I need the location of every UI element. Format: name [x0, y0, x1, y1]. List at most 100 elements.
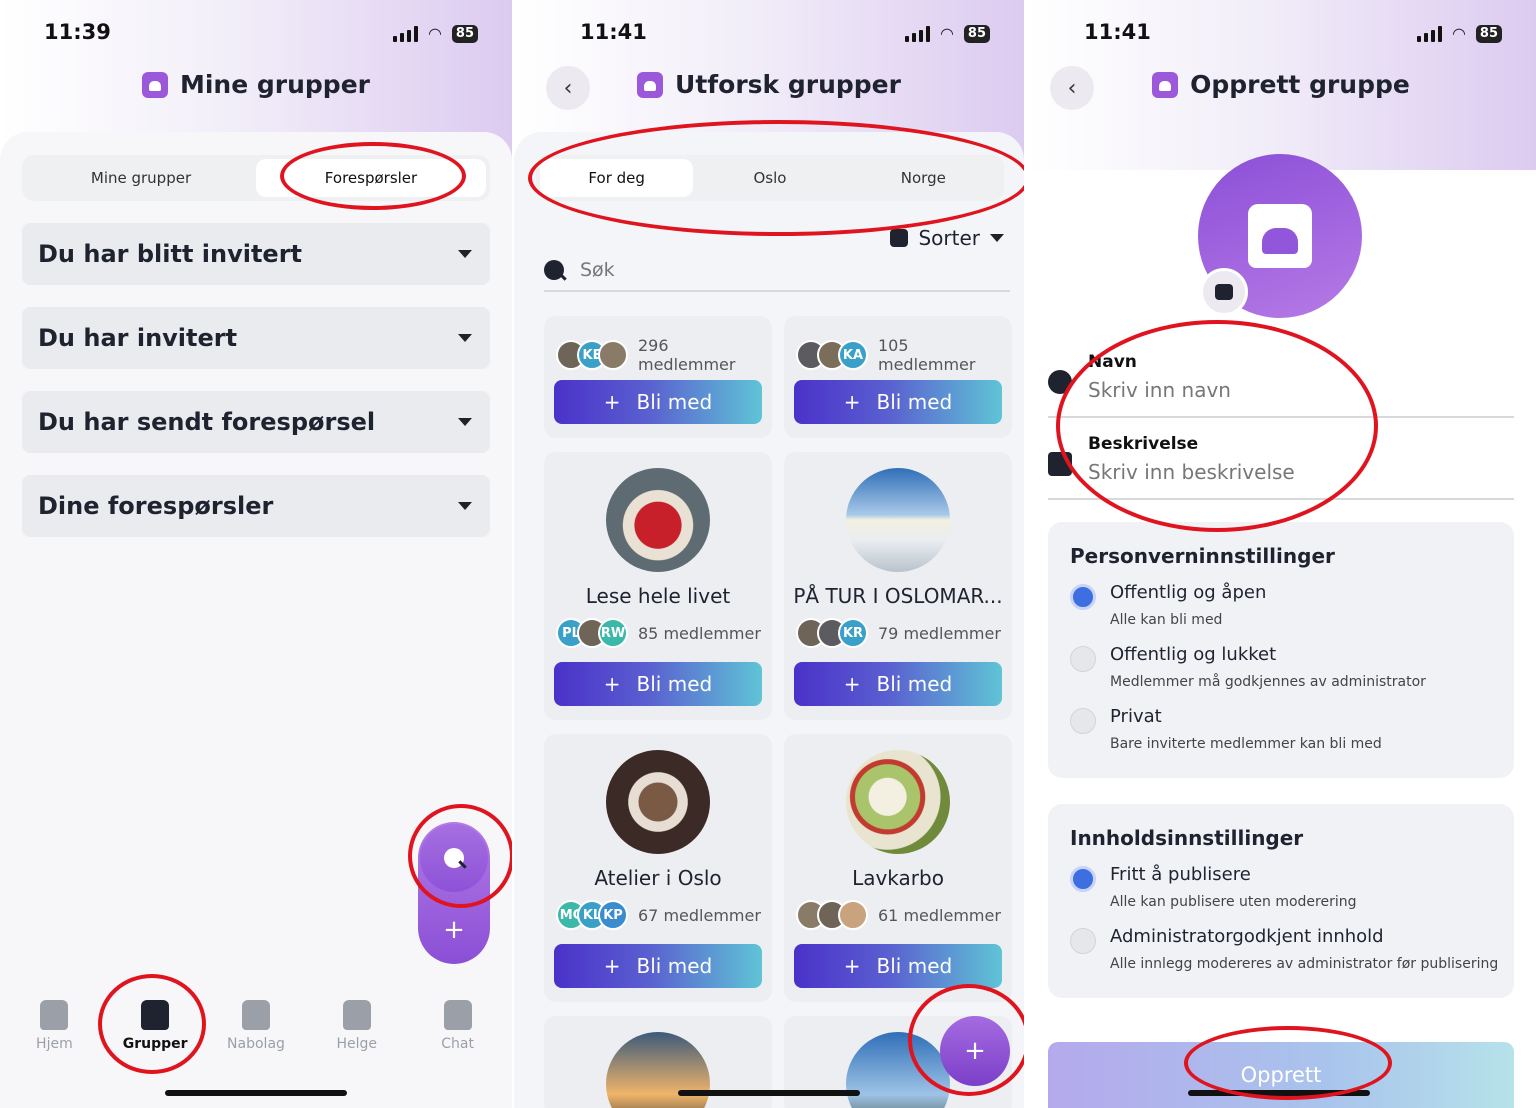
groups-icon [1152, 71, 1179, 98]
sort-button[interactable]: Sorter [890, 226, 1004, 250]
join-button[interactable]: + Bli med [794, 380, 1002, 424]
screen-my-groups: 11:39 ◠ 85 Mine grupper Mine grupper For… [0, 0, 512, 1108]
member-avatars: KA [796, 340, 868, 370]
create-button[interactable]: Opprett [1048, 1042, 1514, 1108]
group-name: Lavkarbo [852, 866, 944, 890]
group-name: Lese hele livet [585, 584, 731, 608]
group-image [606, 750, 710, 854]
search-icon [544, 260, 564, 280]
location-icon [241, 1000, 270, 1030]
member-avatars: KR [796, 618, 868, 648]
group-card[interactable]: KA 105 medlemmer + Bli med [784, 316, 1012, 438]
nav-chat[interactable]: Chat [413, 1000, 503, 1052]
radio-unselected[interactable] [1070, 646, 1096, 672]
battery-indicator: 85 [451, 24, 478, 43]
radio-unselected[interactable] [1070, 708, 1096, 734]
add-group-button[interactable]: + [940, 1016, 1010, 1086]
groups-icon [141, 1000, 170, 1030]
search-input[interactable]: Søk [544, 250, 1010, 292]
member-count: 79 medlemmer [878, 623, 1001, 643]
caret-down-icon [990, 234, 1004, 242]
member-count: 67 medlemmer [638, 905, 761, 925]
groups-icon [637, 71, 664, 98]
battery-indicator: 85 [1475, 24, 1502, 43]
groups-icon [141, 71, 168, 98]
page-title: Mine grupper [0, 70, 512, 99]
group-image [606, 1032, 710, 1108]
status-bar: 11:41 ◠ 85 [514, 20, 1024, 50]
nav-home[interactable]: Hjem [9, 1000, 99, 1052]
group-name: PÅ TUR I OSLOMAR... [793, 584, 1003, 608]
member-count: 61 medlemmer [878, 905, 1001, 925]
group-card[interactable]: KE 296 medlemmer + Bli med [544, 316, 772, 438]
tab-oslo[interactable]: Oslo [693, 159, 846, 197]
home-indicator [165, 1090, 347, 1096]
tab-for-you[interactable]: For deg [540, 159, 694, 197]
search-groups-button[interactable] [420, 824, 488, 892]
nav-neighborhood[interactable]: Nabolag [211, 1000, 301, 1052]
description-input[interactable]: Skriv inn beskrivelse [1088, 460, 1295, 484]
home-icon [40, 1000, 69, 1030]
status-bar: 11:39 ◠ 85 [0, 20, 512, 50]
description-field[interactable]: Beskrivelse Skriv inn beskrivelse [1048, 422, 1514, 500]
user-icon [342, 1000, 371, 1030]
name-input[interactable]: Skriv inn navn [1088, 378, 1231, 402]
radio-selected[interactable] [1070, 866, 1096, 892]
image-icon [1215, 284, 1233, 300]
nav-groups[interactable]: Grupper [110, 1000, 200, 1052]
member-count: 85 medlemmer [638, 623, 761, 643]
change-image-button[interactable] [1200, 268, 1248, 316]
wifi-icon: ◠ [939, 24, 954, 43]
group-image [606, 468, 710, 572]
battery-indicator: 85 [963, 24, 990, 43]
caret-down-icon [458, 334, 472, 342]
tab-my-groups[interactable]: Mine grupper [26, 159, 256, 197]
join-button[interactable]: + Bli med [554, 944, 762, 988]
bottom-nav: Hjem Grupper Nabolag Helge Chat [0, 1000, 512, 1052]
home-indicator [1188, 1090, 1370, 1096]
section-invited-you[interactable]: Du har blitt invitert [22, 223, 490, 285]
edit-icon [1048, 452, 1072, 476]
section-you-invited[interactable]: Du har invitert [22, 307, 490, 369]
group-card[interactable]: Atelier i Oslo MC KL KP 67 medlemmer + Bli m… [544, 734, 772, 1002]
caret-down-icon [458, 502, 472, 510]
join-button[interactable]: + Bli med [554, 380, 762, 424]
join-button[interactable]: + Bli med [794, 662, 1002, 706]
screen-create-group: 11:41 ◠ 85 ‹ Opprett gruppe Navn Skriv i… [1026, 0, 1536, 1108]
group-card[interactable]: Lese hele livet PL RW 85 medlemmer + Bli me… [544, 452, 772, 720]
member-avatars [796, 900, 868, 930]
smiley-icon [1048, 370, 1072, 394]
group-card[interactable]: PÅ TUR I OSLOMAR... KR 79 medlemmer + Bli … [784, 452, 1012, 720]
signal-icon [904, 25, 930, 42]
radio-selected[interactable] [1070, 584, 1096, 610]
join-button[interactable]: + Bli med [794, 944, 1002, 988]
name-field[interactable]: Navn Skriv inn navn [1048, 340, 1514, 418]
add-group-button[interactable]: + [420, 896, 488, 964]
tab-requests[interactable]: Forespørsler [256, 159, 486, 197]
caret-down-icon [458, 250, 472, 258]
member-count: 296 medlemmer [638, 336, 736, 374]
tab-bar: Mine grupper Forespørsler [22, 155, 490, 201]
page-title: Opprett gruppe [1026, 70, 1536, 99]
tab-norway[interactable]: Norge [847, 159, 1000, 197]
content-settings: Innholdsinnstillinger Fritt å publisere A… [1048, 804, 1514, 998]
tab-bar: For deg Oslo Norge [536, 155, 1004, 201]
page-title: Utforsk grupper [514, 70, 1024, 99]
group-image [846, 750, 950, 854]
home-indicator [678, 1090, 860, 1096]
signal-icon [392, 25, 418, 42]
radio-unselected[interactable] [1070, 928, 1096, 954]
member-avatars: MC KL KP [556, 900, 628, 930]
member-avatars: PL RW [556, 618, 628, 648]
member-count: 105 medlemmer [878, 336, 976, 374]
section-sent-request[interactable]: Du har sendt forespørsel [22, 391, 490, 453]
join-button[interactable]: + Bli med [554, 662, 762, 706]
section-your-requests[interactable]: Dine forespørsler [22, 475, 490, 537]
status-time: 11:41 [580, 20, 647, 44]
group-card[interactable]: Lavkarbo 61 medlemmer + Bli med [784, 734, 1012, 1002]
signal-icon [1416, 25, 1442, 42]
status-time: 11:39 [44, 20, 111, 44]
nav-profile[interactable]: Helge [312, 1000, 402, 1052]
chat-icon [443, 1000, 472, 1030]
member-avatars: KE [556, 340, 628, 370]
